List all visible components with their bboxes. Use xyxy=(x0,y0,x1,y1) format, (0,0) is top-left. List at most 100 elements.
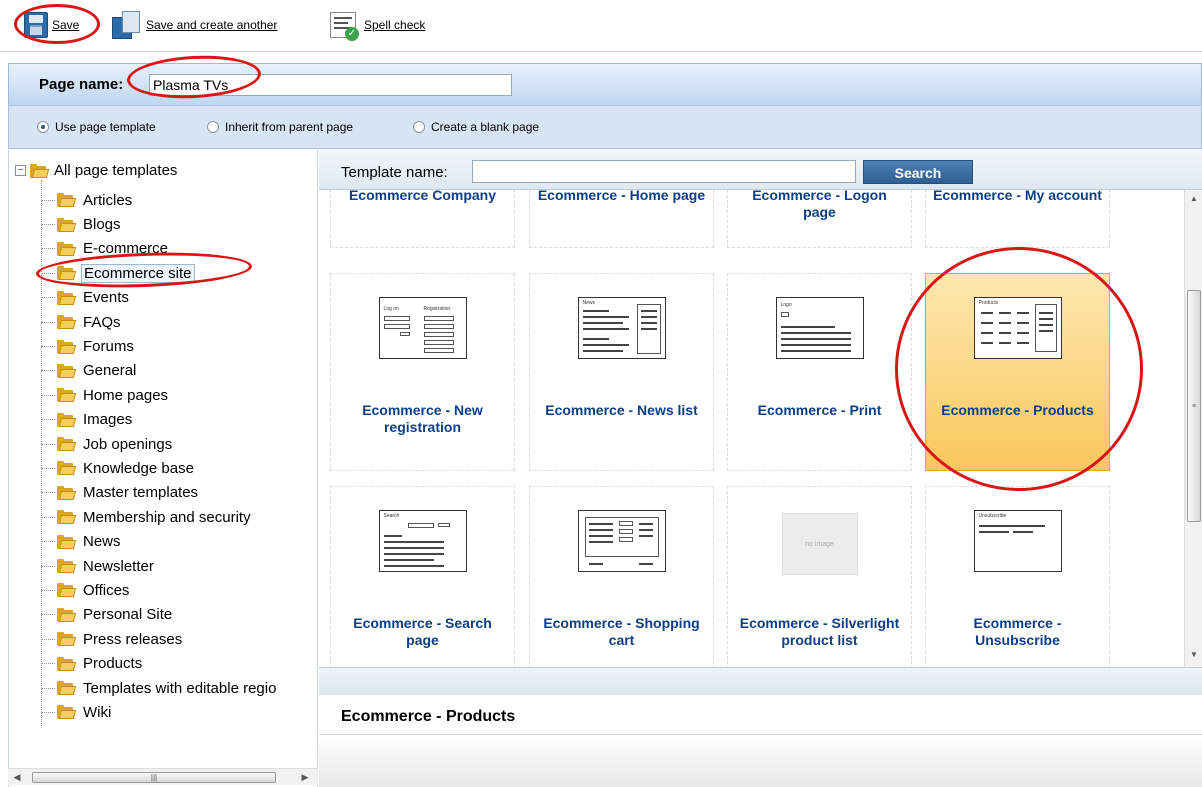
tree-item-label: Personal Site xyxy=(83,606,173,624)
folder-icon xyxy=(57,559,77,574)
tree-item[interactable]: Articles xyxy=(41,188,278,212)
thumb-caption: Search xyxy=(383,513,400,519)
tree-item[interactable]: Press releases xyxy=(41,627,278,651)
template-name: Ecommerce - Unsubscribe xyxy=(973,615,1062,648)
grid-vertical-scrollbar[interactable]: ▲ ≡ ▼ xyxy=(1184,190,1202,667)
tree-connector xyxy=(41,248,55,250)
scrollbar-thumb[interactable]: ≡ xyxy=(1187,290,1201,522)
thumb-caption: Unsubscribe xyxy=(978,513,1007,519)
save-button[interactable]: Save xyxy=(24,10,79,40)
collapse-icon[interactable]: − xyxy=(15,165,26,176)
tree-item[interactable]: Wiki xyxy=(41,700,278,724)
tree-item[interactable]: Forums xyxy=(41,334,278,358)
folder-icon xyxy=(57,339,77,354)
scroll-left-arrow[interactable]: ◀ xyxy=(10,771,24,784)
template-tile[interactable]: Unsubscribe Ecommerce - Unsubscribe xyxy=(925,486,1110,667)
tree-item[interactable]: General xyxy=(41,359,278,383)
template-name: Ecommerce - Silverlight product list xyxy=(739,615,900,648)
inherit-from-parent-radio[interactable]: Inherit from parent page xyxy=(207,120,353,134)
template-tile[interactable]: Ecommerce - Shopping cart xyxy=(529,486,714,667)
folder-icon xyxy=(57,461,77,476)
thumb-caption: Log on xyxy=(383,306,399,312)
folder-icon xyxy=(57,193,77,208)
tree-item[interactable]: Images xyxy=(41,408,278,432)
tree-item-label: Job openings xyxy=(83,435,173,453)
template-thumbnail: Products xyxy=(973,297,1062,359)
template-name: Ecommerce Company xyxy=(348,190,497,203)
template-tile[interactable]: no image Ecommerce - Silverlight product … xyxy=(727,486,912,667)
tree-item-label: Blogs xyxy=(83,216,121,234)
use-page-template-radio[interactable]: Use page template xyxy=(37,120,156,134)
tree-connector xyxy=(41,297,55,299)
folder-icon xyxy=(57,388,77,403)
tree-connector xyxy=(41,516,55,518)
tree-item-label: Knowledge base xyxy=(83,459,194,477)
tree-item[interactable]: Master templates xyxy=(41,481,278,505)
template-thumbnail: Log on Registration xyxy=(378,297,467,359)
spell-check-button[interactable]: ✓ Spell check xyxy=(330,10,425,41)
tree-item[interactable]: FAQs xyxy=(41,310,278,334)
tree-connector xyxy=(41,541,55,543)
tree-item[interactable]: Offices xyxy=(41,578,278,602)
scroll-right-arrow[interactable]: ▶ xyxy=(298,771,312,784)
template-tile[interactable]: Products Ecommerce - Products xyxy=(925,273,1110,471)
template-description-area xyxy=(319,734,1202,787)
tree-item[interactable]: Membership and security xyxy=(41,505,278,529)
tree-item[interactable]: Job openings xyxy=(41,432,278,456)
tree-root-all-templates[interactable]: − All page templates xyxy=(15,162,177,179)
tree-connector xyxy=(41,272,55,274)
template-category-tree: − All page templates Articles Blogs E-comm… xyxy=(8,150,318,787)
tree-connector xyxy=(41,614,55,616)
tree-items: Articles Blogs E-commerce Ecommerce site Eve… xyxy=(41,188,278,725)
template-name-label: Template name: xyxy=(341,164,448,181)
folder-icon xyxy=(57,681,77,695)
scrollbar-thumb[interactable]: ||| xyxy=(32,772,276,783)
tree-item[interactable]: Home pages xyxy=(41,383,278,407)
template-tile[interactable]: Search Ecommerce - Search page xyxy=(330,486,515,667)
tree-connector xyxy=(41,443,55,445)
radio-dot xyxy=(413,121,425,133)
tree-item[interactable]: Products xyxy=(41,651,278,675)
tree-item-label: E-commerce xyxy=(83,240,169,258)
tree-root-label: All page templates xyxy=(54,162,178,179)
template-tile[interactable]: Ecommerce - Logon page xyxy=(727,190,912,248)
folder-icon xyxy=(57,632,77,647)
tree-item[interactable]: Personal Site xyxy=(41,603,278,627)
tree-connector xyxy=(41,224,55,226)
tree-horizontal-scrollbar[interactable]: ◀ ||| ▶ xyxy=(8,768,318,785)
tree-item[interactable]: News xyxy=(41,529,278,553)
create-blank-page-radio[interactable]: Create a blank page xyxy=(413,120,539,134)
tree-item-label: General xyxy=(83,362,137,380)
folder-icon xyxy=(57,266,77,281)
tree-item[interactable]: E-commerce xyxy=(41,237,278,261)
template-tile[interactable]: Ecommerce - Home page xyxy=(529,190,714,248)
tree-item-label: News xyxy=(83,533,121,551)
page-name-input[interactable] xyxy=(149,74,512,96)
scroll-down-arrow[interactable]: ▼ xyxy=(1188,650,1200,662)
folder-icon xyxy=(57,363,77,378)
tree-item[interactable]: Newsletter xyxy=(41,554,278,578)
template-tile[interactable]: News Ecommerce - News list xyxy=(529,273,714,471)
template-name-input[interactable] xyxy=(472,160,856,183)
folder-icon xyxy=(57,705,77,720)
tree-item[interactable]: Ecommerce site xyxy=(41,261,278,285)
template-name: Ecommerce - Search page xyxy=(353,615,492,648)
tree-item[interactable]: Events xyxy=(41,286,278,310)
search-button[interactable]: Search xyxy=(863,160,973,184)
tree-item-label: FAQs xyxy=(83,313,121,331)
tree-item[interactable]: Blogs xyxy=(41,212,278,236)
tree-item[interactable]: Knowledge base xyxy=(41,456,278,480)
template-tile[interactable]: Ecommerce Company xyxy=(330,190,515,248)
tree-item-label: Templates with editable regio xyxy=(83,679,277,697)
tree-item-label: Membership and security xyxy=(83,508,251,526)
template-source-options: Use page template Inherit from parent pa… xyxy=(8,105,1202,149)
tree-item[interactable]: Templates with editable regio xyxy=(41,676,278,700)
template-tile[interactable]: Ecommerce - My account xyxy=(925,190,1110,248)
template-name: Ecommerce - News list xyxy=(545,402,698,418)
scroll-up-arrow[interactable]: ▲ xyxy=(1188,194,1200,206)
save-and-create-another-button[interactable]: Save and create another xyxy=(112,10,277,40)
template-tile[interactable]: Log on Registration Ecommerce - New regist… xyxy=(330,273,515,471)
page-name-bar: Page name: xyxy=(8,63,1202,105)
template-tile[interactable]: Logo Ecommerce - Print xyxy=(727,273,912,471)
tree-connector xyxy=(41,419,55,421)
